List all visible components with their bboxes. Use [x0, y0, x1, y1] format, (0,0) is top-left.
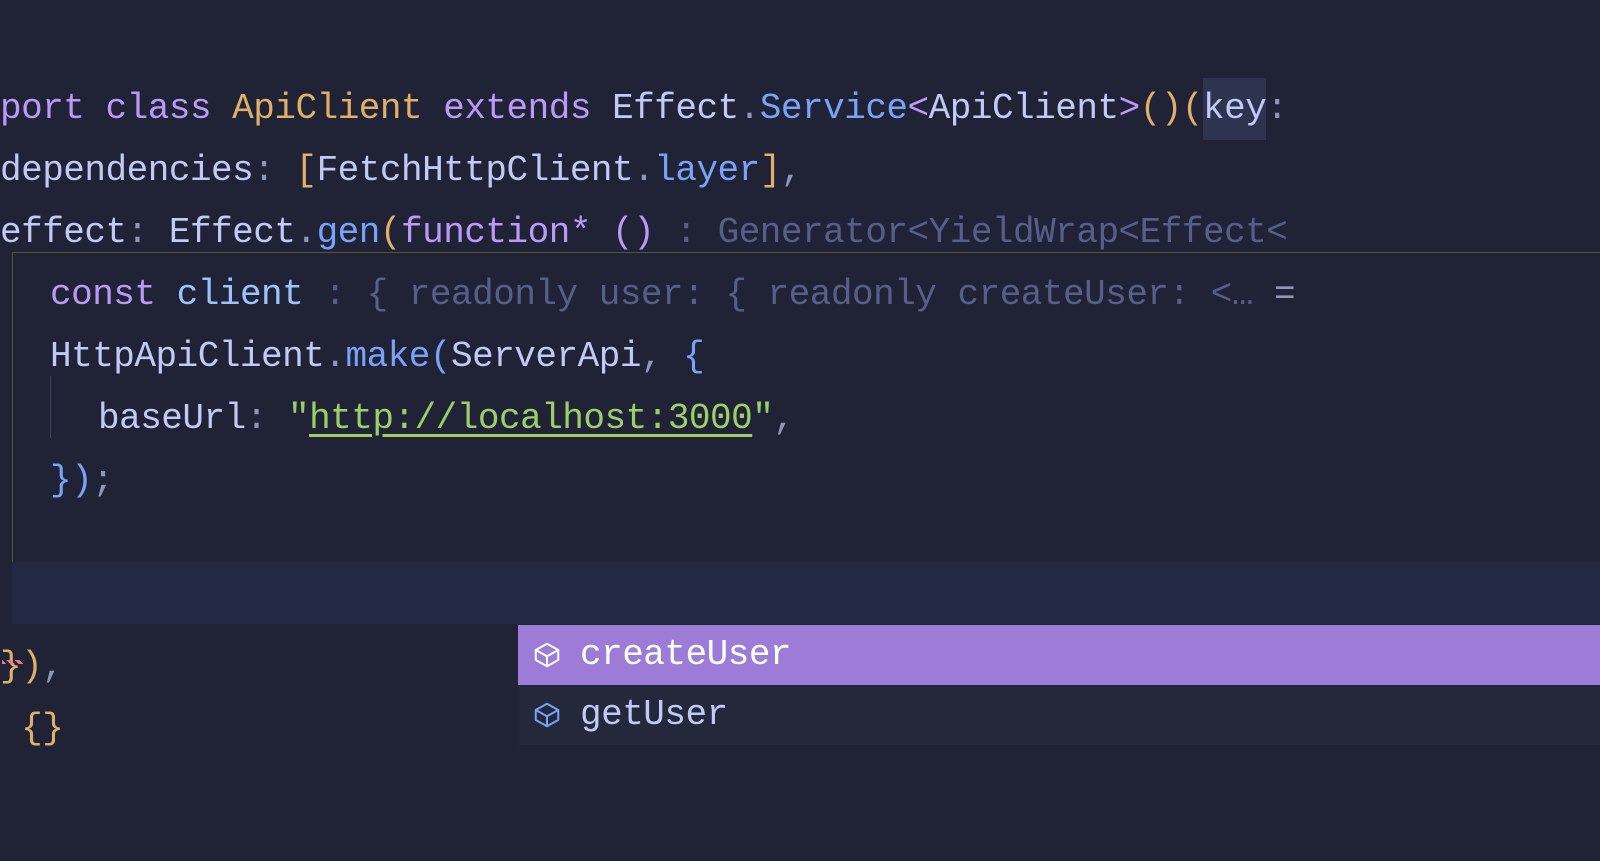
method-ref: make — [345, 326, 429, 387]
code-line[interactable]: baseUrl: "http://localhost:3000", — [0, 388, 1600, 450]
keyword-const: const — [50, 264, 156, 325]
string-quote: " — [288, 388, 309, 449]
comma: , — [641, 326, 662, 387]
code-line[interactable]: port class ApiClient extends Effect.Serv… — [0, 78, 1600, 140]
comma: , — [42, 636, 63, 697]
colon: : — [127, 202, 148, 263]
prop-key: effect — [0, 202, 127, 263]
angle-open: < — [908, 78, 929, 139]
brace-open: { — [683, 326, 704, 387]
inlay-colon: : — [303, 264, 345, 325]
current-line-highlight — [12, 562, 1600, 624]
type-param: ApiClient — [929, 78, 1119, 139]
method-icon — [532, 640, 562, 670]
paren-close: ) — [71, 450, 92, 511]
type-ref: Effect — [612, 78, 739, 139]
equals: = — [1274, 264, 1295, 325]
colon: : — [246, 388, 267, 449]
paren-open: ( — [380, 202, 401, 263]
prop-key: baseUrl — [98, 388, 246, 449]
colon: : — [253, 140, 274, 201]
inlay-hint: { readonly user: { readonly createUser: … — [345, 264, 1274, 325]
string-url: http://localhost:3000 — [309, 388, 752, 449]
dot: . — [633, 140, 654, 201]
colon: : — [1266, 78, 1287, 139]
autocomplete-popup[interactable]: createUser getUser — [518, 625, 1600, 745]
brace-close: } — [0, 636, 21, 697]
type-ref: FetchHttpClient — [317, 140, 634, 201]
code-line[interactable]: dependencies: [FetchHttpClient.layer], — [0, 140, 1600, 202]
comma: , — [773, 388, 794, 449]
autocomplete-label: getUser — [580, 684, 728, 745]
type-ref: ServerApi — [451, 326, 641, 387]
empty-braces: {} — [21, 698, 63, 759]
method-ref: gen — [317, 202, 380, 263]
variable: client — [177, 264, 304, 325]
code-editor[interactable]: port class ApiClient extends Effect.Serv… — [0, 0, 1600, 861]
comma: , — [781, 140, 802, 201]
keyword-class: class — [106, 78, 212, 139]
string-quote: " — [752, 388, 773, 449]
angle-close: > — [1119, 78, 1140, 139]
method-icon — [532, 700, 562, 730]
keyword-function: function* — [401, 202, 591, 263]
inlay-colon: : — [654, 202, 696, 263]
prop-key: key — [1203, 88, 1266, 129]
bracket-close: ] — [760, 140, 781, 201]
dot: . — [295, 202, 316, 263]
prop-key: dependencies — [0, 140, 253, 201]
paren-close: ) — [21, 636, 42, 697]
paren-open: ( — [430, 326, 451, 387]
method-ref: Service — [760, 78, 908, 139]
parens: ()( — [1140, 78, 1203, 139]
semicolon: ; — [92, 450, 113, 511]
dot: . — [739, 78, 760, 139]
code-line[interactable]: HttpApiClient.make(ServerApi, { — [0, 326, 1600, 388]
type-ref: Effect — [169, 202, 296, 263]
keyword-extends: extends — [443, 78, 591, 139]
brace-close: } — [50, 450, 71, 511]
keyword-export: port — [0, 78, 84, 139]
bracket-open: [ — [295, 140, 316, 201]
error-squiggle — [2, 660, 24, 664]
autocomplete-item-createUser[interactable]: createUser — [518, 625, 1600, 685]
dot: . — [324, 326, 345, 387]
type-ref: HttpApiClient — [50, 326, 324, 387]
code-line[interactable]: const client : { readonly user: { readon… — [0, 264, 1600, 326]
indent-guide — [50, 376, 51, 438]
inlay-hint: Generator<YieldWrap<Effect< — [696, 202, 1287, 263]
prop-ref: layer — [654, 140, 760, 201]
autocomplete-label: createUser — [580, 624, 791, 685]
code-line[interactable]: }); — [0, 450, 1600, 512]
autocomplete-item-getUser[interactable]: getUser — [518, 685, 1600, 745]
code-line[interactable]: effect: Effect.gen(function* () : Genera… — [0, 202, 1600, 264]
parens: () — [612, 202, 654, 263]
class-name: ApiClient — [232, 78, 422, 139]
